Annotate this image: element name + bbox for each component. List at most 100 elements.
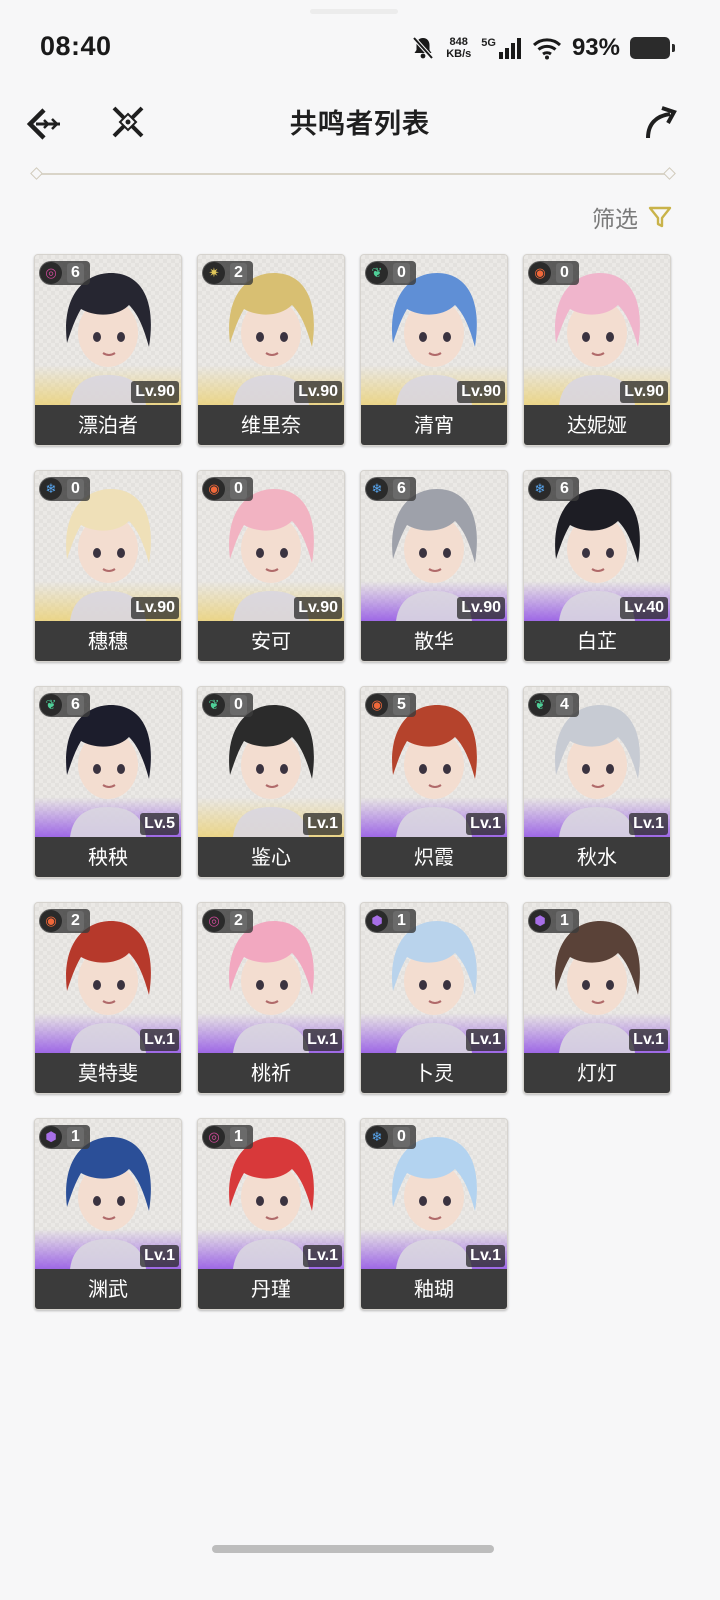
character-name: 达妮娅 — [524, 405, 670, 445]
sequence-badge: ❦ 0 — [202, 693, 253, 717]
level-label: Lv.90 — [457, 381, 505, 403]
character-card[interactable]: ❦ 0 Lv.90 清宵 — [360, 254, 508, 446]
net-speed-value: 848 — [449, 36, 468, 48]
wifi-icon — [532, 38, 561, 60]
sequence-badge: ◉ 2 — [39, 909, 90, 933]
character-name: 鉴心 — [198, 837, 344, 877]
sequence-count: 5 — [393, 695, 410, 715]
sequence-count: 1 — [67, 1127, 84, 1147]
mute-bell-icon — [412, 36, 434, 60]
network-type: 5G — [481, 37, 496, 49]
character-card[interactable]: ◎ 1 Lv.1 丹瑾 — [197, 1118, 345, 1310]
character-name: 炽霞 — [361, 837, 507, 877]
level-label: Lv.1 — [140, 1245, 179, 1267]
level-label: Lv.1 — [303, 1245, 342, 1267]
sequence-count: 1 — [393, 911, 410, 931]
sequence-badge: ❦ 0 — [365, 261, 416, 285]
character-card[interactable]: ◉ 2 Lv.1 莫特斐 — [34, 902, 182, 1094]
sequence-badge: ◎ 1 — [202, 1125, 253, 1149]
sequence-count: 2 — [230, 263, 247, 283]
fusion-element-icon: ◉ — [529, 262, 551, 284]
character-name: 散华 — [361, 621, 507, 661]
header: 共鸣者列表 — [0, 96, 720, 156]
aero-element-icon: ❦ — [203, 694, 225, 716]
battery-percent: 93% — [571, 34, 620, 61]
character-card[interactable]: ⬢ 1 Lv.1 卜灵 — [360, 902, 508, 1094]
level-label: Lv.1 — [466, 1029, 505, 1051]
character-name: 穗穗 — [35, 621, 181, 661]
glacio-element-icon: ❄ — [366, 478, 388, 500]
electro-element-icon: ⬢ — [366, 910, 388, 932]
sequence-badge: ◎ 6 — [39, 261, 90, 285]
level-label: Lv.1 — [629, 813, 668, 835]
sequence-badge: ✷ 2 — [202, 261, 253, 285]
filter-label: 筛选 — [592, 207, 638, 233]
share-button[interactable] — [640, 102, 680, 142]
character-card[interactable]: ◉ 0 Lv.90 达妮娅 — [523, 254, 671, 446]
signal-icon — [498, 38, 521, 59]
level-label: Lv.90 — [294, 381, 342, 403]
character-name: 漂泊者 — [35, 405, 181, 445]
character-card[interactable]: ❦ 0 Lv.1 鉴心 — [197, 686, 345, 878]
character-card[interactable]: ◎ 6 Lv.90 漂泊者 — [34, 254, 182, 446]
sequence-badge: ◉ 0 — [528, 261, 579, 285]
character-card[interactable]: ◎ 2 Lv.1 桃祈 — [197, 902, 345, 1094]
sequence-count: 0 — [556, 263, 573, 283]
level-label: Lv.90 — [131, 381, 179, 403]
status-bar: 08:40 848 KB/s 5G 93% — [0, 28, 720, 68]
character-card[interactable]: ✷ 2 Lv.90 维里奈 — [197, 254, 345, 446]
net-speed: 848 KB/s — [446, 36, 471, 60]
character-name: 维里奈 — [198, 405, 344, 445]
level-label: Lv.90 — [131, 597, 179, 619]
character-name: 莫特斐 — [35, 1053, 181, 1093]
status-icons: 848 KB/s 5G 93% — [410, 33, 675, 63]
share-arrow-icon — [646, 106, 677, 139]
fusion-element-icon: ◉ — [203, 478, 225, 500]
sequence-count: 6 — [556, 479, 573, 499]
level-label: Lv.90 — [620, 381, 668, 403]
character-card[interactable]: ❄ 6 Lv.90 散华 — [360, 470, 508, 662]
page-title: 共鸣者列表 — [290, 109, 430, 140]
fusion-element-icon: ◉ — [366, 694, 388, 716]
level-label: Lv.90 — [457, 597, 505, 619]
character-card[interactable]: ❦ 4 Lv.1 秋水 — [523, 686, 671, 878]
electro-element-icon: ⬢ — [40, 1126, 62, 1148]
sequence-count: 6 — [67, 695, 84, 715]
sequence-badge: ❦ 6 — [39, 693, 90, 717]
filter-icon — [648, 206, 672, 228]
character-name: 釉瑚 — [361, 1269, 507, 1309]
character-card[interactable]: ◉ 5 Lv.1 炽霞 — [360, 686, 508, 878]
sequence-badge: ⬢ 1 — [528, 909, 579, 933]
level-label: Lv.40 — [620, 597, 668, 619]
character-card[interactable]: ❦ 6 Lv.5 秧秧 — [34, 686, 182, 878]
home-indicator[interactable] — [212, 1545, 494, 1553]
fusion-element-icon: ◉ — [40, 910, 62, 932]
level-label: Lv.1 — [140, 1029, 179, 1051]
character-name: 桃祈 — [198, 1053, 344, 1093]
sequence-badge: ❄ 6 — [528, 477, 579, 501]
sequence-count: 1 — [556, 911, 573, 931]
character-card[interactable]: ◉ 0 Lv.90 安可 — [197, 470, 345, 662]
sequence-count: 0 — [230, 479, 247, 499]
level-label: Lv.1 — [303, 1029, 342, 1051]
character-card[interactable]: ❄ 0 Lv.90 穗穗 — [34, 470, 182, 662]
spectro-element-icon: ✷ — [203, 262, 225, 284]
character-card[interactable]: ⬢ 1 Lv.1 渊武 — [34, 1118, 182, 1310]
character-card[interactable]: ❄ 6 Lv.40 白芷 — [523, 470, 671, 662]
level-label: Lv.5 — [140, 813, 179, 835]
sequence-badge: ❦ 4 — [528, 693, 579, 717]
filter-button[interactable]: 筛选 — [592, 200, 672, 234]
character-card[interactable]: ❄ 0 Lv.1 釉瑚 — [360, 1118, 508, 1310]
sequence-count: 0 — [230, 695, 247, 715]
character-name: 灯灯 — [524, 1053, 670, 1093]
sequence-count: 0 — [393, 263, 410, 283]
havoc-element-icon: ◎ — [203, 1126, 225, 1148]
character-grid: ◎ 6 Lv.90 漂泊者 ✷ 2 Lv.90 维里奈 ❦ 0 Lv.90 清宵… — [34, 254, 674, 1310]
sequence-badge: ◉ 0 — [202, 477, 253, 501]
character-name: 卜灵 — [361, 1053, 507, 1093]
sequence-badge: ⬢ 1 — [39, 1125, 90, 1149]
character-card[interactable]: ⬢ 1 Lv.1 灯灯 — [523, 902, 671, 1094]
level-label: Lv.1 — [466, 1245, 505, 1267]
character-name: 安可 — [198, 621, 344, 661]
level-label: Lv.1 — [466, 813, 505, 835]
